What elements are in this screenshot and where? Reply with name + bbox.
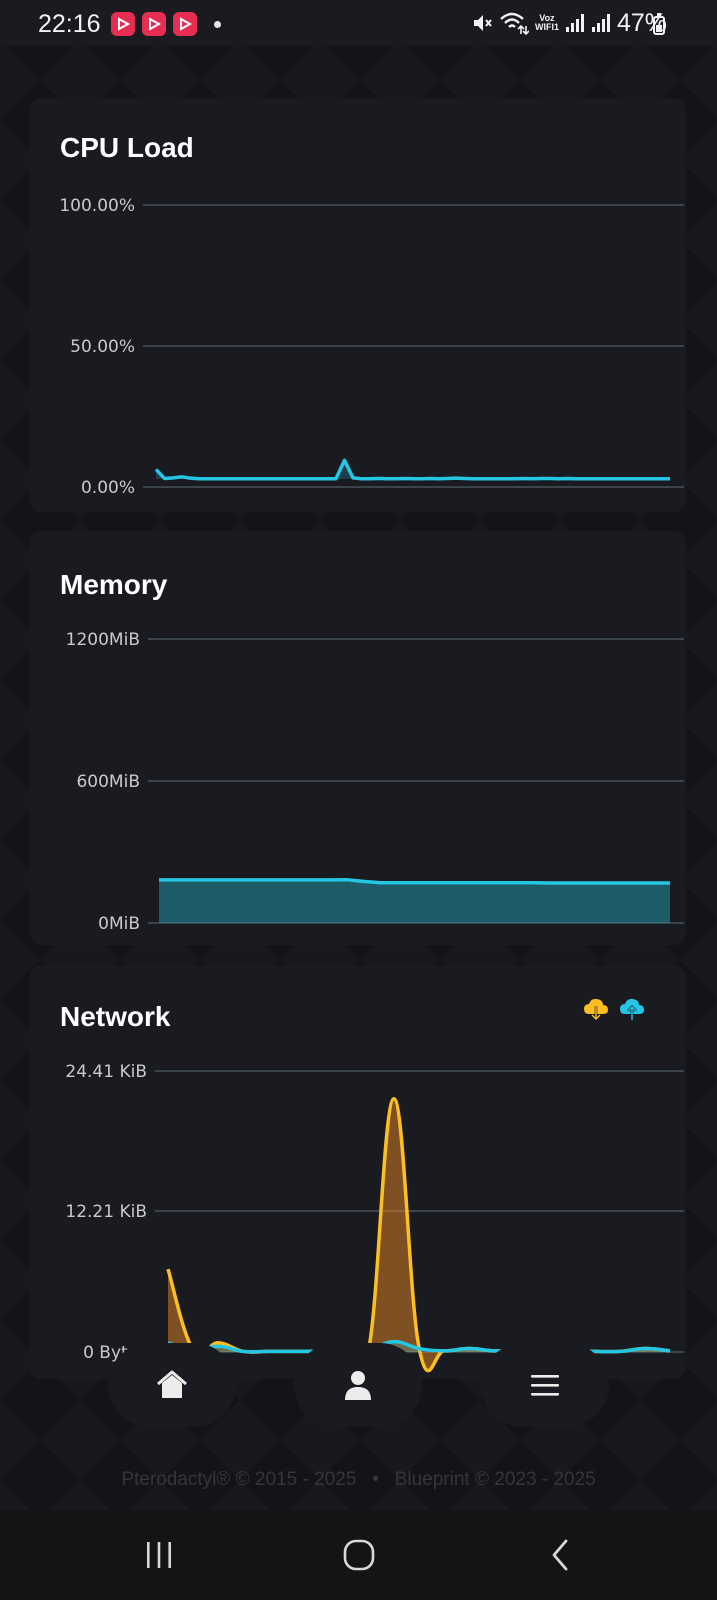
- memory-card: Memory 1200MiB 600MiB 0MiB: [30, 531, 686, 945]
- signal-icon: [591, 14, 610, 32]
- back-button[interactable]: [510, 1510, 610, 1600]
- recent-apps-icon: [147, 1542, 171, 1568]
- network-card: Network 24.41 KiB 12.21 KiB 0 Bytes: [30, 965, 686, 1379]
- nav-home-button[interactable]: [108, 1343, 236, 1427]
- youtube-music-icon: [142, 12, 166, 36]
- voz-wifi-label: Voz WIFI1: [535, 14, 559, 32]
- cpu-tick-100: 100.00%: [59, 196, 135, 216]
- cpu-chart: 100.00% 50.00% 0.00%: [59, 196, 684, 498]
- user-icon: [345, 1371, 371, 1400]
- footer-copyright: Pterodactyl® © 2015 - 2025 • Blueprint ©…: [0, 1469, 717, 1491]
- menu-icon: [531, 1375, 559, 1396]
- cpu-card: CPU Load 100.00% 50.00% 0.00%: [30, 98, 686, 512]
- youtube-music-icon: [173, 12, 197, 36]
- mute-icon: [473, 15, 492, 31]
- network-tick-mid: 12.21 KiB: [65, 1202, 147, 1222]
- nav-menu-button[interactable]: [481, 1343, 609, 1427]
- memory-series-area: [159, 879, 670, 923]
- nav-account-button[interactable]: [294, 1343, 422, 1427]
- network-tick-max: 24.41 KiB: [65, 1062, 147, 1082]
- wifi1-label: WIFI1: [534, 22, 559, 32]
- footer-blueprint: Blueprint © 2023 - 2025: [394, 1469, 596, 1490]
- back-icon: [552, 1539, 568, 1571]
- cpu-series-area: [156, 460, 670, 479]
- home-circle-icon: [343, 1539, 375, 1571]
- notification-dot-icon: [214, 21, 221, 28]
- memory-tick-600: 600MiB: [76, 772, 140, 792]
- battery-icon: [653, 13, 665, 35]
- recent-apps-button[interactable]: [109, 1510, 209, 1600]
- wifi-icon: [500, 12, 529, 35]
- network-download-series-area: [168, 1098, 670, 1372]
- home-icon: [157, 1370, 187, 1398]
- memory-tick-1200: 1200MiB: [66, 630, 140, 650]
- cpu-tick-0: 0.00%: [81, 478, 135, 498]
- footer-pterodactyl: Pterodactyl® © 2015 - 2025: [121, 1469, 357, 1490]
- memory-tick-0: 0MiB: [98, 914, 140, 934]
- status-right-group: Voz WIFI1 47%: [471, 8, 667, 38]
- cpu-series-line: [154, 458, 670, 481]
- android-navigation-bar: [0, 1510, 717, 1600]
- signal-icon: [565, 14, 584, 32]
- home-button[interactable]: [309, 1510, 409, 1600]
- youtube-music-icon: [111, 12, 135, 36]
- memory-chart: 1200MiB 600MiB 0MiB: [66, 630, 684, 934]
- footer-separator: •: [372, 1469, 379, 1490]
- status-time: 22:16: [38, 10, 101, 38]
- cpu-tick-50: 50.00%: [70, 337, 135, 357]
- network-chart: 24.41 KiB 12.21 KiB 0 Bytes: [65, 1062, 684, 1374]
- network-download-series-line: [166, 1096, 671, 1374]
- status-bar: 22:16 Voz WIFI1 47%: [0, 0, 717, 46]
